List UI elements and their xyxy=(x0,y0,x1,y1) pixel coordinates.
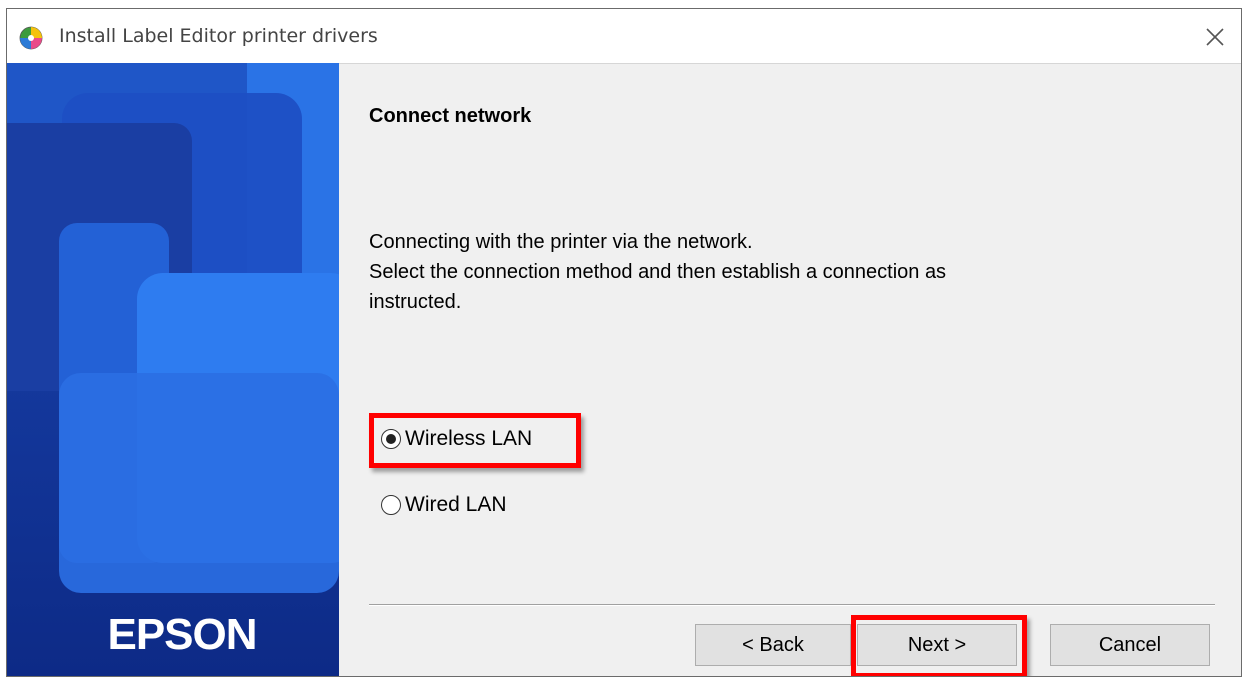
branding-panel: EPSON xyxy=(7,63,339,676)
instruction-line: Connecting with the printer via the netw… xyxy=(369,231,753,253)
title-bar: Install Label Editor printer drivers xyxy=(7,9,1241,64)
installer-window: Install Label Editor printer drivers EPS… xyxy=(6,8,1242,677)
separator-line xyxy=(369,604,1215,606)
highlight-box-next xyxy=(851,615,1027,676)
instruction-line: Select the connection method and then es… xyxy=(369,261,947,283)
radio-unselected-icon[interactable] xyxy=(381,495,401,515)
close-icon[interactable] xyxy=(1201,23,1229,51)
epson-logo: EPSON xyxy=(107,610,257,659)
content-area: Connect network Connecting with the prin… xyxy=(339,63,1241,676)
window-title: Install Label Editor printer drivers xyxy=(59,25,378,47)
radio-label: Wired LAN xyxy=(405,493,507,516)
app-logo-icon xyxy=(19,26,43,50)
instructions-text: Connecting with the printer via the netw… xyxy=(369,227,1169,317)
back-button[interactable]: < Back xyxy=(695,624,851,666)
wired-lan-radio[interactable]: Wired LAN xyxy=(381,493,507,517)
page-heading: Connect network xyxy=(369,105,532,127)
decorative-blue-shapes xyxy=(7,63,339,676)
instruction-line: instructed. xyxy=(369,291,462,313)
highlight-box-wireless xyxy=(369,413,581,468)
cancel-button[interactable]: Cancel xyxy=(1050,624,1210,666)
